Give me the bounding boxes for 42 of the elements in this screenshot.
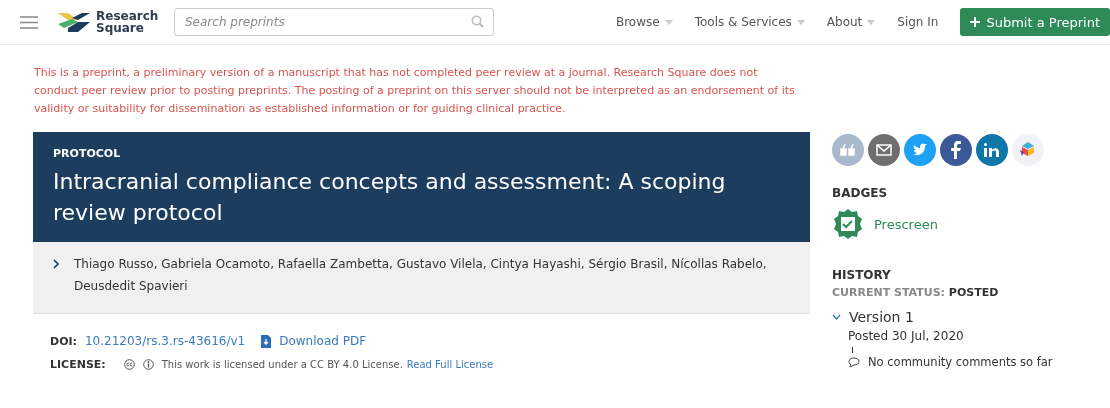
menu-icon[interactable] (20, 15, 38, 29)
cc-icon (123, 359, 135, 370)
history-heading: HISTORY (832, 268, 892, 282)
posted-date: Posted 30 Jul, 2020 (848, 329, 965, 343)
attribution-icon (142, 359, 154, 370)
license-text: This work is licensed under a CC BY 4.0 License. (161, 359, 403, 370)
download-icon[interactable] (261, 334, 272, 348)
version-label[interactable]: Version 1 (849, 309, 914, 325)
chevron-icon[interactable] (832, 314, 841, 320)
caret-icon (796, 19, 805, 25)
logo-icon[interactable] (58, 10, 90, 34)
badge-icon (832, 208, 864, 240)
nav-link[interactable]: Browse (615, 15, 673, 29)
comments-text: No community comments so far (868, 355, 1053, 369)
article-type: PROTOCOL (53, 147, 122, 160)
comment-icon (848, 356, 860, 368)
email-icon[interactable] (868, 134, 900, 166)
article-title: Intracranial compliance concepts and assessment: A scoping review protocol (53, 168, 727, 227)
search-field[interactable]: Search preprints (174, 8, 494, 36)
disclaimer-text: This is a preprint, a preliminary version of a manuscript that has not completed peer review at a journal. Research Square does not conduct peer review prior to posting preprints. The posting of a preprint on this server should not be interpreted as an endorsement of its validity or suitability for dissemination as established information or for guiding clinical practice. (34, 65, 796, 117)
logo-text[interactable]: Research Square (96, 10, 160, 34)
author-list: Thiago Russo, Gabriela Ocamoto, Rafaella Zambetta, Gustavo Vilela, Cintya Hayashi, Sérgio Brasil, Nícollas Rabelo, Deusdedit Spavieri (74, 253, 774, 297)
chevron-icon[interactable] (53, 259, 60, 269)
caret-icon (867, 19, 876, 25)
nav-link[interactable]: Sign In (897, 15, 939, 29)
download-link[interactable]: Download PDF (279, 334, 367, 348)
cube-icon[interactable] (1012, 134, 1044, 166)
linkedin-icon[interactable] (976, 134, 1008, 166)
plus-icon (970, 17, 981, 27)
doi-link[interactable]: 10.21203/rs.3.rs-43616/v1 (85, 334, 246, 348)
license-label: LICENSE: (50, 358, 106, 371)
facebook-icon[interactable] (940, 134, 972, 166)
current-status: CURRENT STATUS: POSTED (832, 286, 1000, 299)
caret-icon (664, 19, 673, 25)
twitter-icon[interactable] (904, 134, 936, 166)
doi-label: DOI: (50, 334, 77, 348)
badges-heading: BADGES (832, 186, 889, 200)
badge-label[interactable]: Prescreen (874, 216, 938, 232)
nav-link[interactable]: Tools & Services (694, 15, 805, 29)
nav-link[interactable]: About (826, 15, 876, 29)
submit-button[interactable]: Submit a Preprint (960, 8, 1110, 36)
license-link[interactable]: Read Full License (406, 359, 494, 370)
